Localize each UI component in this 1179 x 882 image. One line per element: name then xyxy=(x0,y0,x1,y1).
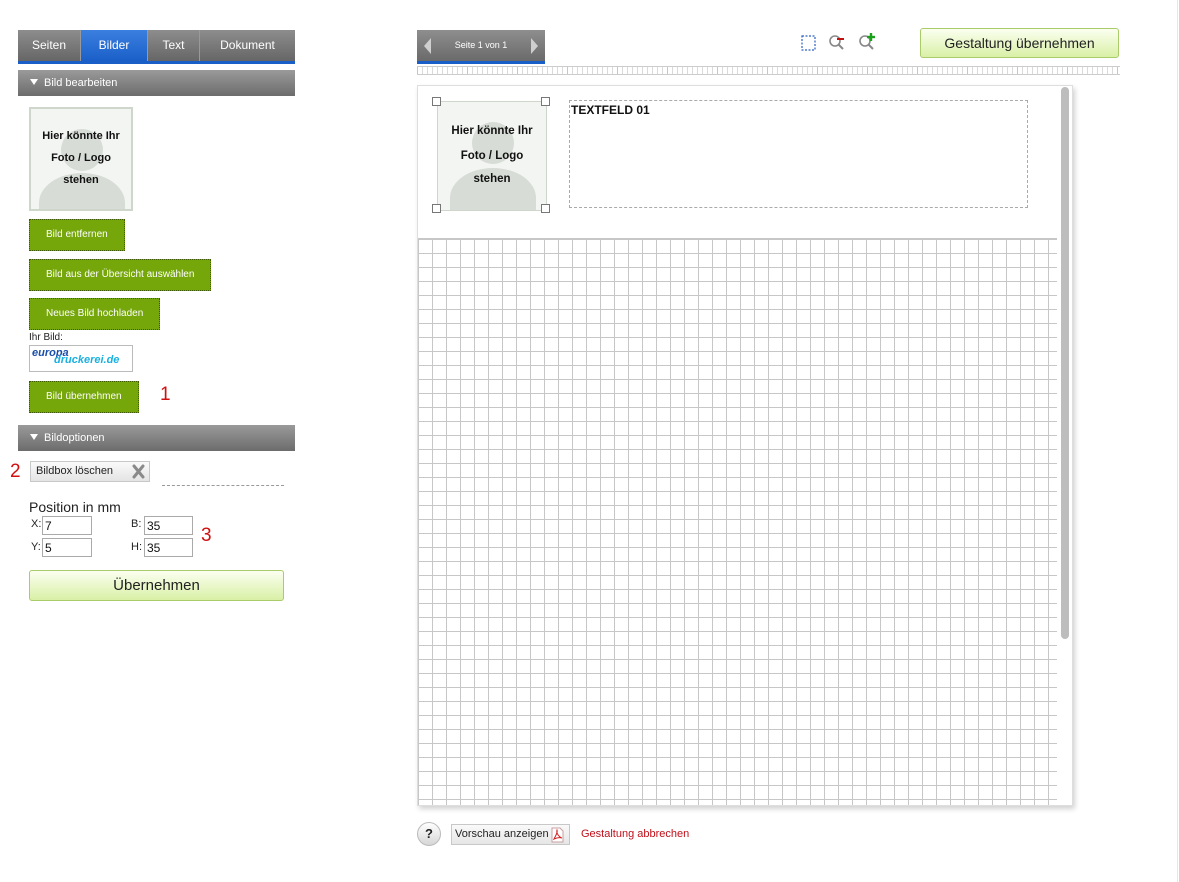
canvas-grid xyxy=(418,238,1057,805)
tab-dokument[interactable]: Dokument xyxy=(200,30,295,61)
placeholder-line: stehen xyxy=(63,174,99,186)
section-bildoptionen[interactable]: Bildoptionen xyxy=(18,425,295,451)
section-title: Bild bearbeiten xyxy=(44,77,118,89)
upload-image-button[interactable]: Neues Bild hochladen xyxy=(29,298,161,330)
position-title: Position in mm xyxy=(29,499,121,515)
collapse-triangle-icon xyxy=(30,434,38,440)
x-label: X: xyxy=(31,518,42,530)
placeholder-line: stehen xyxy=(473,173,511,185)
preview-label: Vorschau anzeigen xyxy=(455,828,549,840)
uploaded-logo-thumbnail[interactable]: europa druckerei.de xyxy=(29,345,133,372)
placeholder-line: Hier könnte Ihr xyxy=(42,130,120,142)
tab-text[interactable]: Text xyxy=(148,30,200,61)
remove-image-button[interactable]: Bild entfernen xyxy=(29,219,125,251)
logo-text-line2: druckerei.de xyxy=(54,354,120,366)
tab-seiten[interactable]: Seiten xyxy=(18,30,81,61)
your-image-label: Ihr Bild: xyxy=(29,332,63,343)
section-title: Bildoptionen xyxy=(44,432,105,444)
text-field-box[interactable]: TEXTFELD 01 xyxy=(569,100,1028,208)
cancel-design-link[interactable]: Gestaltung abbrechen xyxy=(581,828,689,840)
preview-button[interactable]: Vorschau anzeigen xyxy=(451,824,570,845)
page-indicator: Seite 1 von 1 xyxy=(454,40,508,50)
tab-bilder[interactable]: Bilder xyxy=(81,30,148,61)
text-field-label: TEXTFELD 01 xyxy=(571,103,650,117)
horizontal-ruler xyxy=(417,66,1120,75)
b-label: B: xyxy=(131,518,142,530)
apply-image-button[interactable]: Bild übernehmen xyxy=(29,381,139,413)
annotation-number-3: 3 xyxy=(201,525,212,546)
choose-image-button[interactable]: Bild aus der Übersicht auswählen xyxy=(29,259,212,291)
resize-handle-top-right[interactable] xyxy=(541,97,550,106)
divider xyxy=(162,485,284,486)
zoom-in-icon[interactable] xyxy=(858,32,876,50)
previous-page-arrow-icon[interactable] xyxy=(424,38,431,54)
zoom-out-icon[interactable] xyxy=(828,34,846,52)
page-edge-line xyxy=(1177,0,1178,882)
pdf-icon xyxy=(551,827,564,843)
apply-design-button[interactable]: Gestaltung übernehmen xyxy=(920,28,1119,58)
placeholder-line: Foto / Logo xyxy=(51,152,111,164)
page-pager: Seite 1 von 1 xyxy=(417,30,545,61)
placeholder-line: Hier könnte Ihr xyxy=(451,125,533,137)
close-icon xyxy=(132,464,145,479)
annotation-number-1: 1 xyxy=(160,384,171,405)
tabs-underline xyxy=(18,61,295,64)
y-label: Y: xyxy=(31,541,41,553)
canvas-image-box[interactable]: Hier könnte Ihr Foto / Logo stehen xyxy=(437,101,547,211)
next-page-arrow-icon[interactable] xyxy=(531,38,538,54)
editor-tabs: Seiten Bilder Text Dokument xyxy=(18,30,295,61)
y-position-input[interactable] xyxy=(42,538,92,557)
resize-handle-top-left[interactable] xyxy=(432,97,441,106)
resize-handle-bottom-right[interactable] xyxy=(541,204,550,213)
apply-position-button[interactable]: Übernehmen xyxy=(29,570,284,601)
collapse-triangle-icon xyxy=(30,79,38,85)
selection-icon[interactable] xyxy=(800,34,818,52)
delete-imagebox-button[interactable]: Bildbox löschen xyxy=(30,461,150,482)
resize-handle-bottom-left[interactable] xyxy=(432,204,441,213)
h-label: H: xyxy=(131,541,142,553)
design-canvas[interactable]: Hier könnte Ihr Foto / Logo stehen TEXTF… xyxy=(417,85,1073,806)
placeholder-line: Foto / Logo xyxy=(460,150,524,162)
width-input[interactable] xyxy=(144,516,193,535)
annotation-number-2: 2 xyxy=(10,461,21,482)
section-bild-bearbeiten[interactable]: Bild bearbeiten xyxy=(18,70,295,96)
canvas-scrollbar[interactable] xyxy=(1061,87,1069,639)
delete-imagebox-label: Bildbox löschen xyxy=(36,465,114,477)
image-placeholder[interactable]: Hier könnte Ihr Foto / Logo stehen xyxy=(29,107,133,211)
help-button[interactable]: ? xyxy=(417,822,441,846)
height-input[interactable] xyxy=(144,538,193,557)
pager-underline xyxy=(417,61,545,64)
x-position-input[interactable] xyxy=(42,516,92,535)
